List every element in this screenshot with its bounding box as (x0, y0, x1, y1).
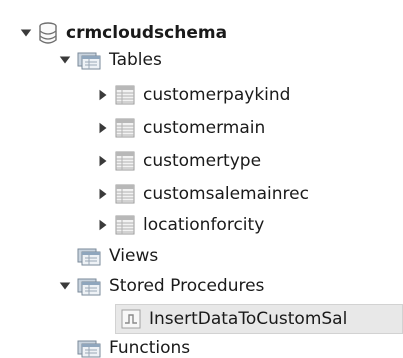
tables-folder-label: Tables (109, 50, 162, 70)
table-label: customertype (143, 151, 262, 171)
table-label: customermain (143, 118, 266, 138)
expand-arrow-right-icon[interactable] (95, 186, 111, 202)
tree-node-tables[interactable]: Tables (57, 44, 162, 76)
expand-arrow-right-icon[interactable] (95, 120, 111, 136)
folder-icon (77, 246, 101, 266)
table-icon (115, 118, 135, 138)
tree-node-table[interactable]: customertype (95, 145, 261, 177)
table-icon (115, 215, 135, 235)
folder-icon (77, 338, 101, 358)
schema-tree: crmcloudschema Tables customerpaykind cu… (0, 0, 403, 358)
procedure-label: InsertDataToCustomSal (149, 309, 348, 329)
tree-node-table[interactable]: customsalemainrec (95, 178, 309, 210)
expand-arrow-right-icon[interactable] (95, 217, 111, 233)
folder-icon (77, 276, 101, 296)
tree-node-table[interactable]: locationforcity (95, 209, 264, 241)
expand-arrow-down-icon[interactable] (57, 278, 73, 294)
expand-arrow-down-icon[interactable] (57, 52, 73, 68)
tree-node-table[interactable]: customerpaykind (95, 79, 290, 111)
tree-node-procedure[interactable]: InsertDataToCustomSal (115, 304, 403, 334)
table-label: customsalemainrec (143, 184, 309, 204)
functions-folder-label: Functions (109, 338, 191, 358)
expand-arrow-right-icon[interactable] (95, 87, 111, 103)
table-icon (115, 85, 135, 105)
table-icon (115, 151, 135, 171)
tree-node-stored-procedures[interactable]: Stored Procedures (57, 270, 264, 302)
database-icon (38, 21, 58, 45)
table-icon (115, 184, 135, 204)
stored-procedure-icon (121, 309, 141, 329)
expand-arrow-right-icon[interactable] (95, 153, 111, 169)
table-label: customerpaykind (143, 85, 291, 105)
views-folder-label: Views (109, 246, 159, 266)
table-label: locationforcity (143, 215, 265, 235)
tree-node-functions[interactable]: Functions (77, 332, 190, 358)
tree-node-table[interactable]: customermain (95, 112, 265, 144)
folder-icon (77, 50, 101, 70)
tree-node-views[interactable]: Views (77, 240, 158, 272)
expand-arrow-down-icon[interactable] (18, 25, 34, 41)
stored-procedures-folder-label: Stored Procedures (109, 276, 265, 296)
